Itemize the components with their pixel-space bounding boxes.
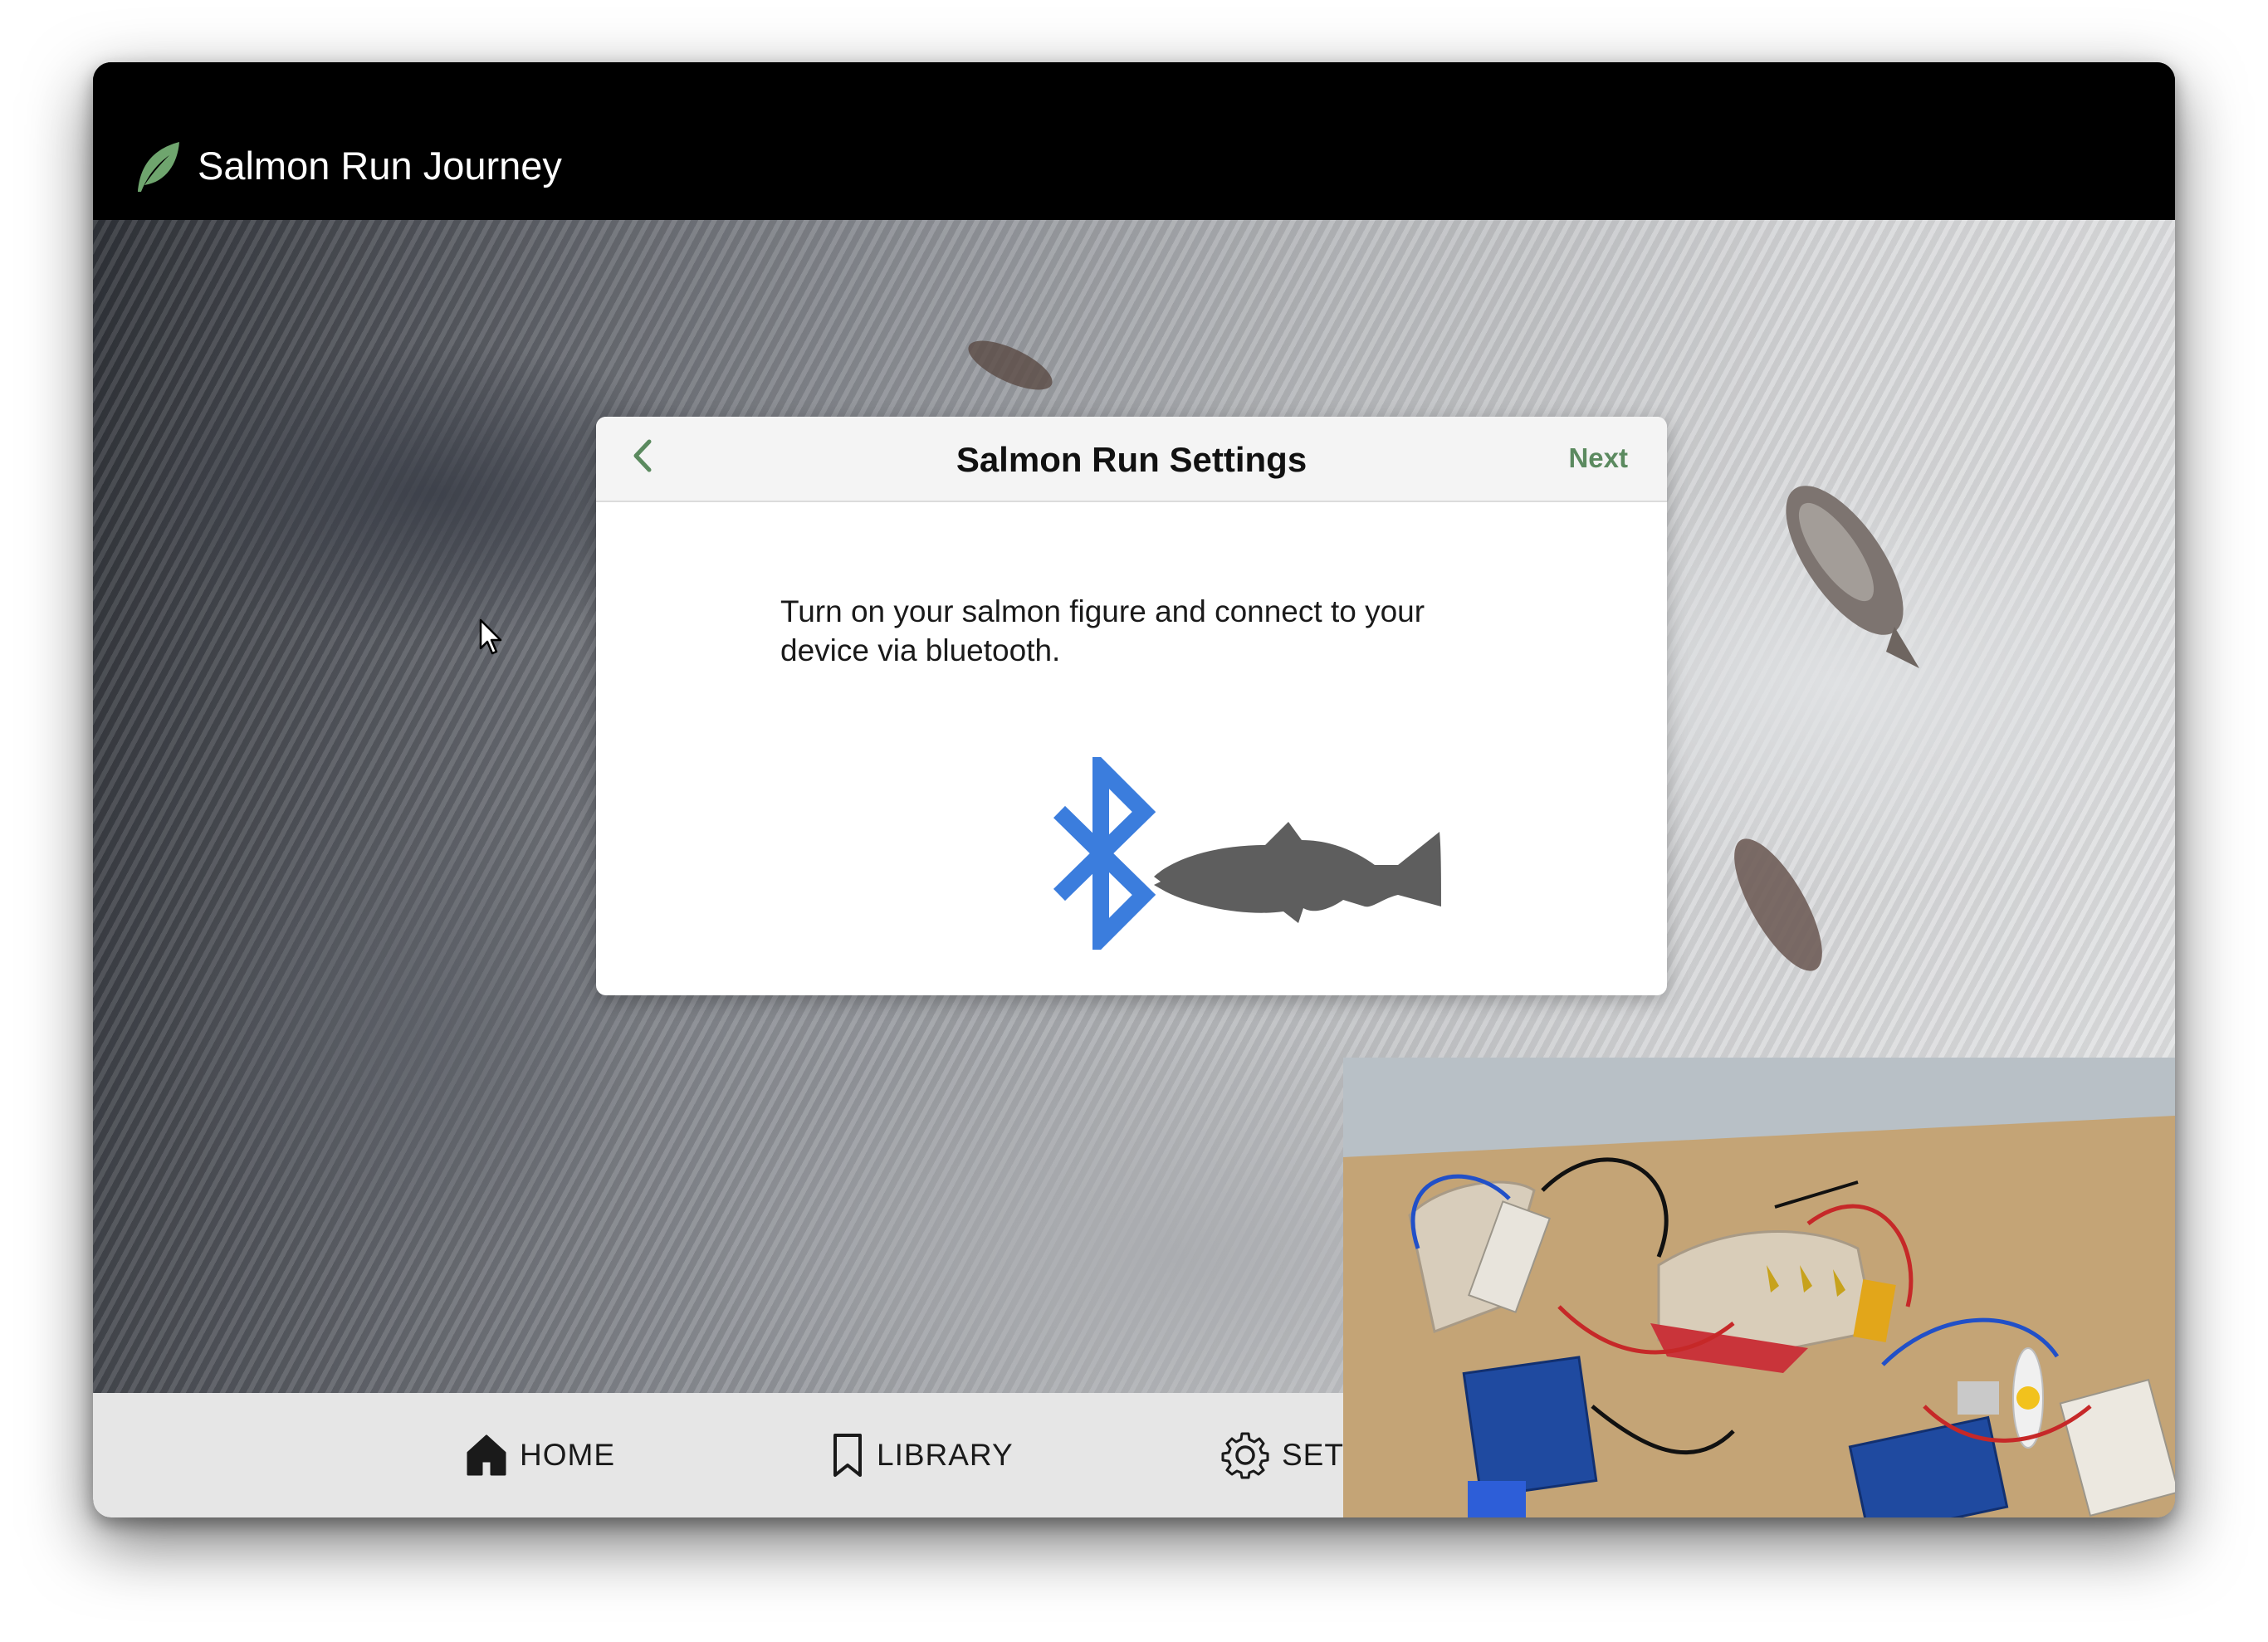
app-window: Salmon Run Journey Salmon Run Settings N… [93, 62, 2175, 1517]
dialog-title: Salmon Run Settings [956, 440, 1308, 479]
settings-dialog: Salmon Run Settings Next Turn on your sa… [596, 417, 1667, 995]
bluetooth-icon [1053, 757, 1156, 950]
nav-library-label: LIBRARY [877, 1438, 1014, 1472]
app-header: Salmon Run Journey [93, 62, 2175, 220]
bookmark-icon [833, 1434, 862, 1477]
nav-settings-label: SET [1282, 1438, 1344, 1472]
home-icon [467, 1434, 506, 1476]
app-title: Salmon Run Journey [198, 144, 562, 188]
leaping-salmon-photo [968, 340, 1053, 390]
leaping-salmon-photo [1786, 486, 1919, 668]
leaping-salmon-photo [1734, 838, 1822, 971]
video-overlay[interactable] [1343, 1058, 2175, 1517]
leaf-logo-icon [138, 142, 179, 192]
gear-icon [1221, 1432, 1269, 1479]
connection-instructions: Turn on your salmon figure and connect t… [780, 594, 1425, 667]
mouse-cursor-icon [479, 618, 502, 655]
nav-home-label: HOME [520, 1438, 615, 1472]
dialog-header: Salmon Run Settings Next [596, 417, 1667, 502]
salmon-figure-icon [1154, 822, 1441, 923]
nav-home[interactable]: HOME [465, 1393, 615, 1517]
prototype-video-frame [1343, 1058, 2175, 1517]
nav-library[interactable]: LIBRARY [830, 1393, 1014, 1517]
nav-settings[interactable]: SET [1220, 1393, 1344, 1517]
next-button[interactable]: Next [1568, 440, 1628, 476]
